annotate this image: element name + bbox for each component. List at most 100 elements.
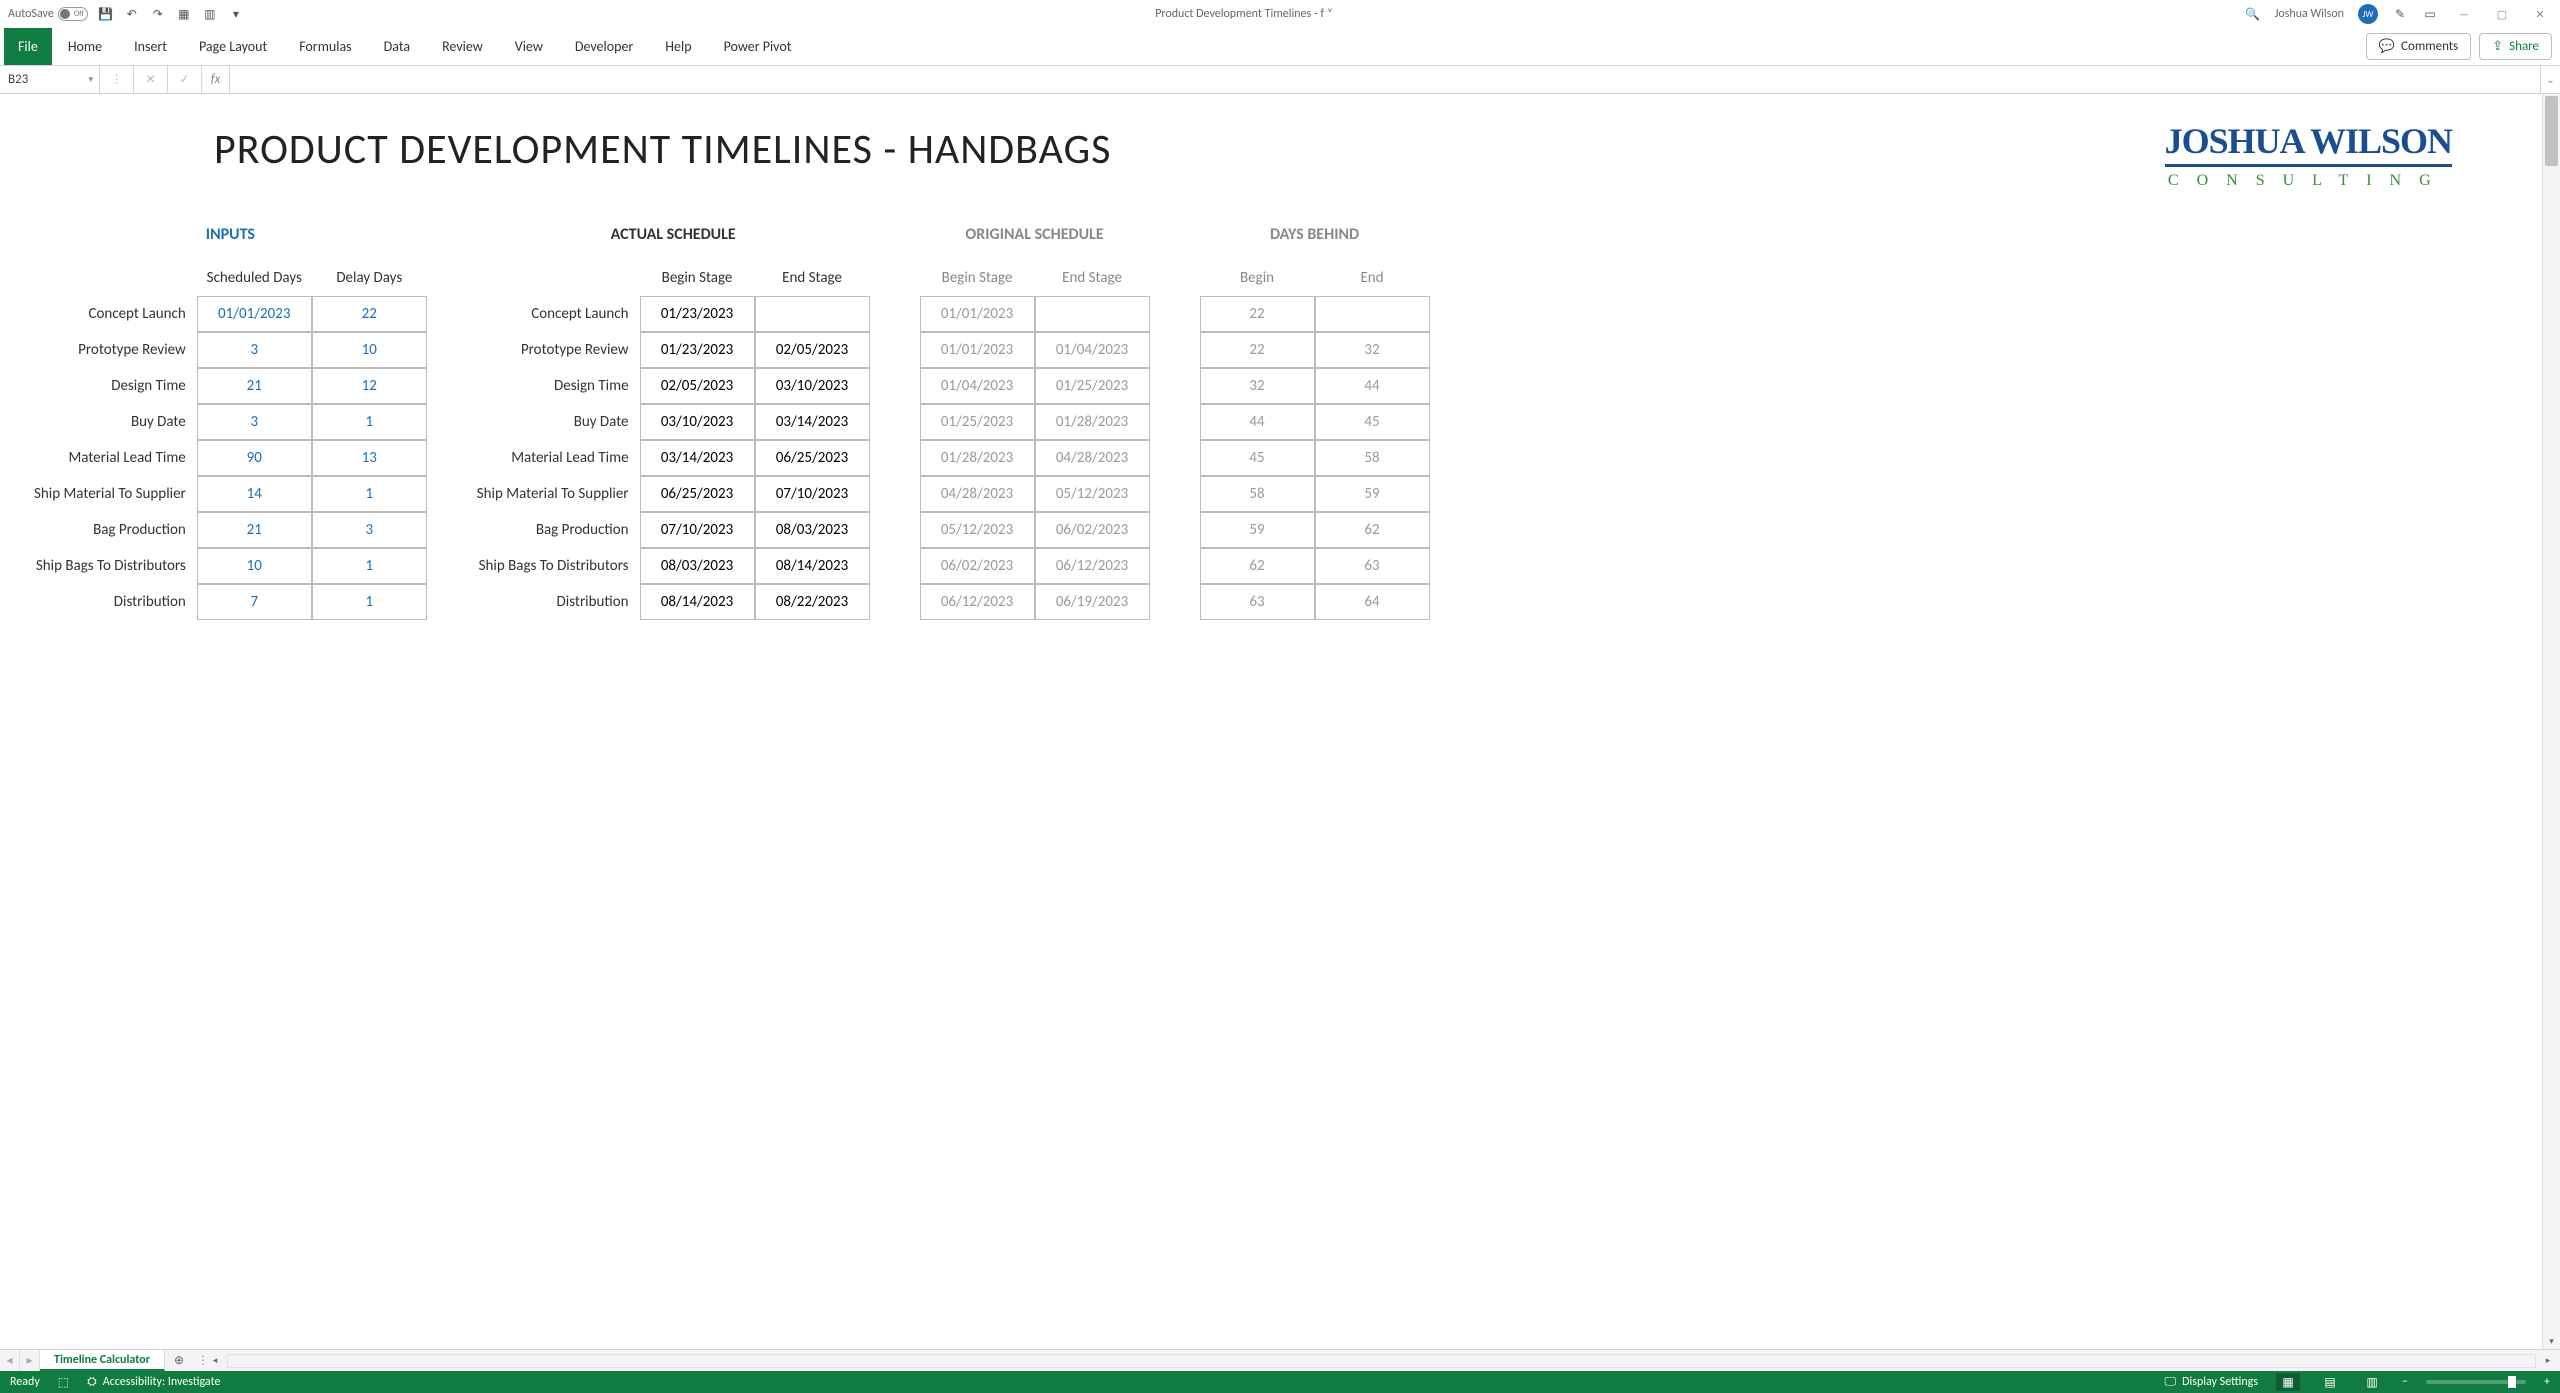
- tab-data[interactable]: Data: [368, 28, 426, 65]
- cell[interactable]: 01/01/2023: [920, 332, 1035, 368]
- cell[interactable]: 06/12/2023: [920, 584, 1035, 620]
- qat-icon-2[interactable]: ▥: [202, 6, 218, 22]
- pen-icon[interactable]: ✎: [2392, 6, 2408, 22]
- cell[interactable]: 03/10/2023: [755, 368, 870, 404]
- cell[interactable]: 01/04/2023: [1035, 332, 1150, 368]
- cell[interactable]: 3: [197, 332, 312, 368]
- drag-handle-icon[interactable]: ⋮: [197, 1353, 207, 1368]
- cell[interactable]: 03/14/2023: [755, 404, 870, 440]
- title-dropdown-icon[interactable]: ˅: [1327, 7, 1333, 21]
- cell[interactable]: 59: [1315, 476, 1430, 512]
- cell[interactable]: 06/25/2023: [755, 440, 870, 476]
- cell[interactable]: 64: [1315, 584, 1430, 620]
- enter-icon[interactable]: ✓: [168, 66, 202, 93]
- hscroll-right-icon[interactable]: ▸: [2540, 1355, 2556, 1366]
- cell[interactable]: 01/28/2023: [1035, 404, 1150, 440]
- sheet-nav-prev-icon[interactable]: ◂: [0, 1350, 20, 1371]
- cell[interactable]: 44: [1200, 404, 1315, 440]
- horizontal-scrollbar[interactable]: [227, 1354, 2536, 1368]
- cell[interactable]: 06/12/2023: [1035, 548, 1150, 584]
- qat-icon[interactable]: ▦: [176, 6, 192, 22]
- cell[interactable]: 05/12/2023: [920, 512, 1035, 548]
- tab-power-pivot[interactable]: Power Pivot: [708, 28, 808, 65]
- cell[interactable]: 45: [1200, 440, 1315, 476]
- search-icon[interactable]: 🔍: [2245, 6, 2261, 22]
- cell[interactable]: 10: [197, 548, 312, 584]
- tab-developer[interactable]: Developer: [559, 28, 649, 65]
- tab-view[interactable]: View: [499, 28, 559, 65]
- scroll-down-icon[interactable]: ▾: [2543, 1333, 2560, 1349]
- macro-record-icon[interactable]: ⬚: [58, 1375, 69, 1390]
- cell[interactable]: 01/28/2023: [920, 440, 1035, 476]
- tab-help[interactable]: Help: [649, 28, 707, 65]
- username[interactable]: Joshua Wilson: [2275, 7, 2344, 21]
- autosave-toggle[interactable]: AutoSave Off: [8, 7, 88, 21]
- maximize-icon[interactable]: ▢: [2490, 5, 2514, 23]
- cell[interactable]: 02/05/2023: [755, 332, 870, 368]
- cancel-icon[interactable]: ✕: [134, 66, 168, 93]
- cell[interactable]: 02/05/2023: [640, 368, 755, 404]
- cell[interactable]: 03/14/2023: [640, 440, 755, 476]
- cell[interactable]: 62: [1315, 512, 1430, 548]
- cell[interactable]: 08/03/2023: [755, 512, 870, 548]
- cell[interactable]: 01/04/2023: [920, 368, 1035, 404]
- cell[interactable]: 1: [312, 548, 427, 584]
- ribbon-display-icon[interactable]: ▭: [2422, 6, 2438, 22]
- expand-icon[interactable]: ⌄: [2540, 66, 2560, 93]
- formula-input[interactable]: [230, 66, 2540, 93]
- add-sheet-icon[interactable]: ⊕: [165, 1350, 193, 1371]
- save-icon[interactable]: 💾: [98, 6, 114, 22]
- zoom-thumb[interactable]: [2508, 1376, 2516, 1388]
- more-icon[interactable]: ⋮: [100, 66, 134, 93]
- qat-more-icon[interactable]: ▾: [228, 6, 244, 22]
- cell[interactable]: 07/10/2023: [640, 512, 755, 548]
- cell[interactable]: 01/25/2023: [1035, 368, 1150, 404]
- zoom-in-icon[interactable]: +: [2544, 1375, 2550, 1389]
- minimize-icon[interactable]: —: [2452, 5, 2476, 23]
- cell[interactable]: 01/23/2023: [640, 332, 755, 368]
- cell[interactable]: 01/25/2023: [920, 404, 1035, 440]
- cell[interactable]: 06/19/2023: [1035, 584, 1150, 620]
- cell[interactable]: 22: [1200, 332, 1315, 368]
- cell[interactable]: 21: [197, 512, 312, 548]
- hscroll-left-icon[interactable]: ◂: [207, 1355, 223, 1366]
- display-settings-button[interactable]: 🖵 Display Settings: [2165, 1375, 2258, 1389]
- cell[interactable]: 01/23/2023: [640, 296, 755, 332]
- scroll-thumb[interactable]: [2545, 96, 2558, 166]
- cell[interactable]: 1: [312, 404, 427, 440]
- cell[interactable]: [755, 296, 870, 332]
- cell[interactable]: 63: [1200, 584, 1315, 620]
- cell[interactable]: 22: [312, 296, 427, 332]
- cell[interactable]: 05/12/2023: [1035, 476, 1150, 512]
- accessibility-status[interactable]: ⛭ Accessibility: Investigate: [87, 1375, 220, 1389]
- cell[interactable]: 44: [1315, 368, 1430, 404]
- cell[interactable]: 3: [197, 404, 312, 440]
- cell[interactable]: 12: [312, 368, 427, 404]
- zoom-slider[interactable]: [2426, 1380, 2526, 1384]
- cell[interactable]: 08/14/2023: [640, 584, 755, 620]
- redo-icon[interactable]: ↷: [150, 6, 166, 22]
- comments-button[interactable]: 💬 Comments: [2366, 33, 2471, 60]
- cell[interactable]: 13: [312, 440, 427, 476]
- cell[interactable]: 63: [1315, 548, 1430, 584]
- cell[interactable]: 58: [1200, 476, 1315, 512]
- cell[interactable]: 10: [312, 332, 427, 368]
- tab-insert[interactable]: Insert: [118, 28, 183, 65]
- cell[interactable]: 62: [1200, 548, 1315, 584]
- cell[interactable]: 58: [1315, 440, 1430, 476]
- cell[interactable]: 08/14/2023: [755, 548, 870, 584]
- cell[interactable]: 03/10/2023: [640, 404, 755, 440]
- cell[interactable]: 3: [312, 512, 427, 548]
- cell[interactable]: 01/01/2023: [920, 296, 1035, 332]
- cell[interactable]: 90: [197, 440, 312, 476]
- sheet-tab-active[interactable]: Timeline Calculator: [40, 1350, 165, 1371]
- share-button[interactable]: ⇪ Share: [2479, 33, 2552, 60]
- sheet-nav-next-icon[interactable]: ▸: [20, 1350, 40, 1371]
- cell[interactable]: 1: [312, 584, 427, 620]
- worksheet[interactable]: JOSHUA WILSON CONSULTING PRODUCT DEVELOP…: [0, 94, 2542, 1349]
- vertical-scrollbar[interactable]: ▴ ▾: [2542, 94, 2560, 1349]
- cell[interactable]: 06/02/2023: [920, 548, 1035, 584]
- fx-icon[interactable]: fx: [202, 66, 230, 93]
- cell[interactable]: 06/02/2023: [1035, 512, 1150, 548]
- cell[interactable]: [1035, 296, 1150, 332]
